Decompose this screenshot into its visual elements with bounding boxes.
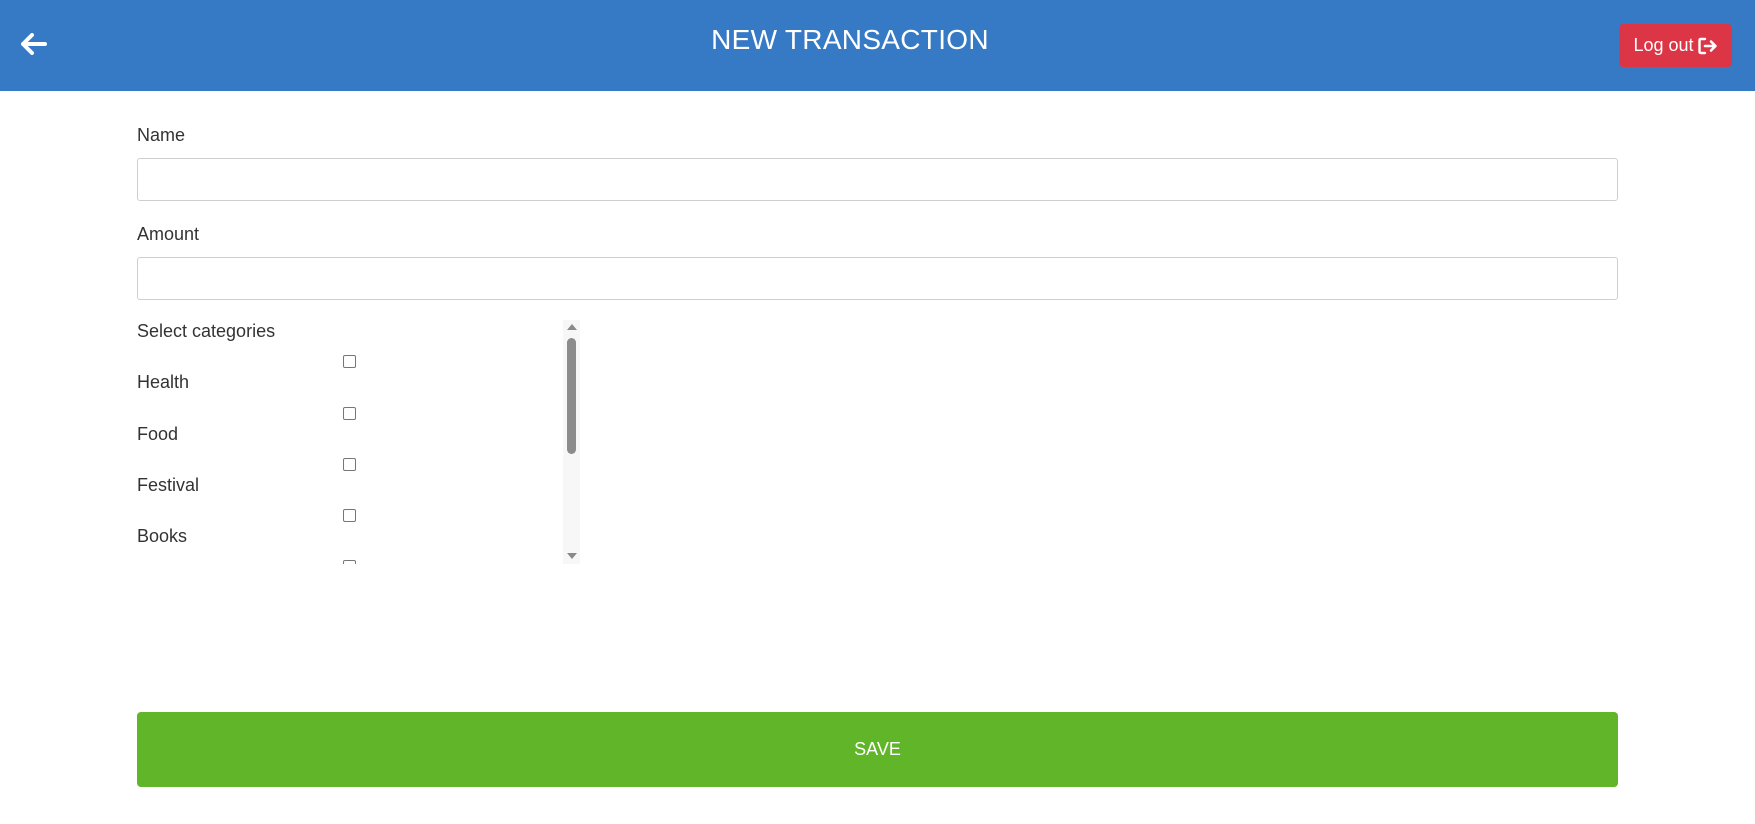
- category-checkbox-food[interactable]: [343, 407, 356, 420]
- category-item-food: Food: [137, 402, 567, 444]
- scroll-up-arrow-icon[interactable]: [567, 324, 577, 330]
- category-checkbox-partial[interactable]: [343, 560, 356, 564]
- category-label-health: Health: [137, 372, 190, 392]
- category-label-festival: Festival: [137, 475, 200, 495]
- top-bar: NEW TRANSACTION Log out: [0, 0, 1755, 91]
- scroll-down-arrow-icon[interactable]: [567, 553, 577, 559]
- category-item-health: Health: [137, 350, 567, 392]
- save-button[interactable]: SAVE: [137, 712, 1618, 787]
- logout-button[interactable]: Log out: [1619, 24, 1732, 67]
- category-checkbox-festival[interactable]: [343, 458, 356, 471]
- sign-out-icon: [1697, 37, 1717, 54]
- amount-label: Amount: [137, 224, 200, 244]
- logout-label: Log out: [1633, 35, 1694, 55]
- categories-label: Select categories: [137, 321, 276, 341]
- category-item-festival: Festival: [137, 453, 567, 495]
- category-label-food: Food: [137, 424, 179, 444]
- category-label-books: Books: [137, 526, 188, 546]
- categories-list[interactable]: Select categories Health Food Festival B…: [137, 320, 580, 564]
- category-item-partial: [137, 555, 567, 564]
- categories-scrollbar[interactable]: [563, 320, 580, 564]
- amount-input[interactable]: [137, 257, 1618, 300]
- page-title: NEW TRANSACTION: [711, 24, 989, 55]
- category-item-books: Books: [137, 504, 567, 546]
- name-label: Name: [137, 125, 186, 145]
- name-input[interactable]: [137, 158, 1618, 201]
- scroll-thumb[interactable]: [567, 338, 576, 454]
- category-checkbox-books[interactable]: [343, 509, 356, 522]
- category-checkbox-health[interactable]: [343, 355, 356, 368]
